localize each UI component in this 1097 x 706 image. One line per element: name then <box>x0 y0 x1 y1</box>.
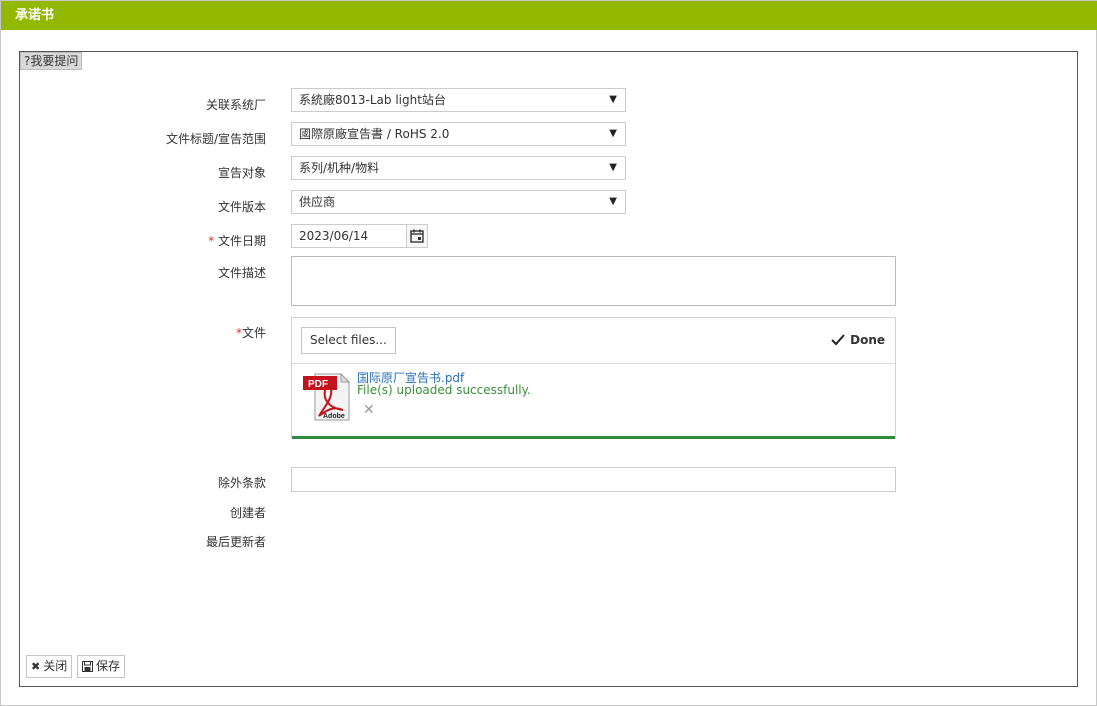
adobe-label: Adobe <box>323 413 345 420</box>
window-title: 承诺书 <box>1 1 1097 30</box>
pdf-label: PDF <box>308 379 328 390</box>
file-upload: Select files... Done PDF Adobe 国际原厂宣告书.p… <box>291 317 896 439</box>
upload-done-status: Done <box>831 333 885 347</box>
doc-description-label: 文件描述 <box>217 266 266 280</box>
doc-description-textarea[interactable] <box>291 256 896 306</box>
calendar-button[interactable] <box>406 224 428 248</box>
upload-toolbar: Select files... Done <box>292 318 895 364</box>
doc-version-select[interactable]: 供应商 ▼ <box>291 190 626 214</box>
done-label: Done <box>850 333 885 347</box>
dropdown-arrow-icon: ▼ <box>609 196 617 207</box>
doc-title-label: 文件标题/宣告范围 <box>165 132 266 146</box>
save-label: 保存 <box>96 659 121 673</box>
dropdown-arrow-icon: ▼ <box>609 162 617 173</box>
close-icon: ✖ <box>31 660 41 673</box>
dropdown-arrow-icon: ▼ <box>609 128 617 139</box>
doc-date-label: 文件日期 <box>217 234 266 248</box>
save-button[interactable]: 保存 <box>77 655 126 678</box>
close-button[interactable]: ✖ 关闭 <box>26 655 73 678</box>
remove-file-icon[interactable]: ✕ <box>363 402 375 418</box>
doc-date-label-wrap: * 文件日期 <box>36 232 266 249</box>
related-system-label: 关联系统厂 <box>205 98 266 112</box>
exclusion-label: 除外条款 <box>217 476 266 490</box>
doc-title-select[interactable]: 國際原廠宣告書 / RoHS 2.0 ▼ <box>291 122 626 146</box>
upload-status-text: File(s) uploaded successfully. <box>357 383 531 397</box>
doc-date-input[interactable]: 2023/06/14 <box>291 224 407 248</box>
ask-question-button[interactable]: ?我要提问 <box>20 52 83 70</box>
doc-version-value: 供应商 <box>299 195 336 209</box>
declaration-target-label: 宣告对象 <box>217 166 266 180</box>
upload-progress-bar <box>292 436 895 439</box>
declaration-target-value: 系列/机种/物料 <box>299 161 380 175</box>
select-files-button[interactable]: Select files... <box>301 327 396 354</box>
calendar-icon <box>410 229 424 243</box>
declaration-target-select[interactable]: 系列/机种/物料 ▼ <box>291 156 626 180</box>
file-label: 文件 <box>241 326 266 340</box>
doc-title-value: 國際原廠宣告書 / RoHS 2.0 <box>299 127 450 141</box>
exclusion-input[interactable] <box>291 467 896 492</box>
last-updater-label: 最后更新者 <box>205 535 266 549</box>
window: 承诺书 ?我要提问 关联系统厂 系統廠8013-Lab light站台 ▼ 文件… <box>0 0 1097 706</box>
related-system-select[interactable]: 系統廠8013-Lab light站台 ▼ <box>291 88 626 112</box>
close-label: 关闭 <box>43 659 68 673</box>
file-label-wrap: *文件 <box>36 324 266 341</box>
pdf-file-icon: PDF Adobe <box>303 372 351 421</box>
doc-version-label: 文件版本 <box>217 200 266 214</box>
save-icon <box>82 661 93 672</box>
checkmark-icon <box>831 334 845 346</box>
dropdown-arrow-icon: ▼ <box>609 94 617 105</box>
creator-label: 创建者 <box>229 506 266 520</box>
required-mark: * <box>208 234 215 248</box>
related-system-value: 系統廠8013-Lab light站台 <box>299 93 446 107</box>
form-panel: ?我要提问 关联系统厂 系統廠8013-Lab light站台 ▼ 文件标题/宣… <box>19 51 1078 687</box>
